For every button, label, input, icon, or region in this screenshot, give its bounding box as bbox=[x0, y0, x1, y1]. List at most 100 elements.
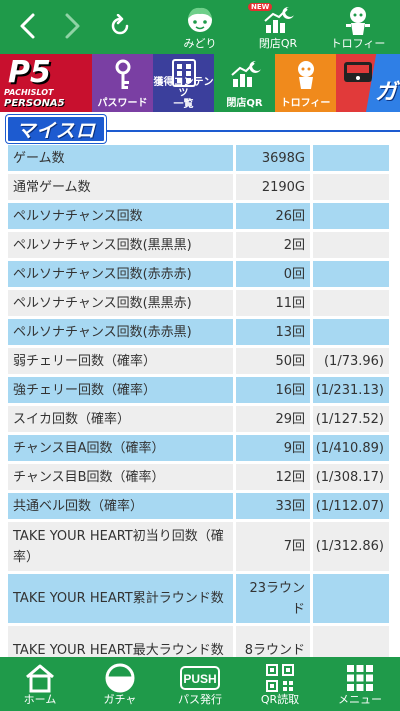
grid-menu-icon bbox=[347, 665, 373, 691]
trophy-character-icon bbox=[297, 61, 314, 89]
stats-row: ペルソナチャンス回数(赤赤赤) 0回 bbox=[8, 261, 392, 287]
push-button-icon: PUSH bbox=[180, 666, 220, 690]
stat-label: ペルソナチャンス回数(黒黒黒) bbox=[8, 232, 233, 258]
stat-value: 29回 bbox=[236, 406, 310, 432]
menu-label: メニュー bbox=[338, 693, 382, 706]
stat-label: TAKE YOUR HEART初当り回数（確率） bbox=[8, 522, 233, 571]
trophy-character-icon bbox=[346, 7, 370, 35]
trophy-tile[interactable]: トロフィー bbox=[275, 54, 336, 112]
stat-rate: (1/410.89) bbox=[313, 435, 389, 461]
stat-label: ペルソナチャンス回数 bbox=[8, 203, 233, 229]
game-logo-title: PERSONA5 bbox=[4, 98, 65, 109]
game-logo-mark: P5 bbox=[8, 55, 51, 90]
stat-rate: (1/112.07) bbox=[313, 493, 389, 519]
closing-qr-tile[interactable]: 閉店QR bbox=[214, 54, 275, 112]
key-icon bbox=[115, 59, 130, 89]
stat-label: スイカ回数（確率） bbox=[8, 406, 233, 432]
stats-row: ペルソナチャンス回数 26回 bbox=[8, 203, 392, 229]
stats-row: TAKE YOUR HEART最大ラウンド数 8ラウンド bbox=[8, 626, 392, 657]
stat-value: 3698G bbox=[236, 145, 310, 171]
stat-rate: (1/308.17) bbox=[313, 464, 389, 490]
reload-icon bbox=[111, 14, 129, 35]
section-divider bbox=[100, 130, 400, 132]
stat-label: 強チェリー回数（確率） bbox=[8, 377, 233, 403]
home-label: ホーム bbox=[23, 693, 57, 706]
persona5-logo-tile[interactable]: P5 PACHISLOT PERSONA5 bbox=[0, 54, 92, 112]
stats-table: ゲーム数 3698G 通常ゲーム数 2190G ペルソナチャンス回数 26回 ペルソナチャン… bbox=[8, 145, 392, 657]
myslo-content: マイスロ ゲーム数 3698G 通常ゲーム数 2190G ペルソナチャンス回数 26回 ペル… bbox=[0, 112, 400, 657]
menu-button[interactable]: メニュー bbox=[325, 659, 395, 709]
chart-moon-icon bbox=[230, 60, 261, 87]
stat-label: TAKE YOUR HEART最大ラウンド数 bbox=[8, 626, 233, 657]
stat-rate: (1/127.52) bbox=[313, 406, 389, 432]
bottom-navigation-bar: ホーム ガチャ PUSH パス発行 QR読取 メニュー bbox=[0, 657, 400, 711]
midori-label: みどり bbox=[183, 37, 217, 50]
stat-value: 9回 bbox=[236, 435, 310, 461]
chevron-right-icon bbox=[65, 13, 80, 39]
stats-row: ゲーム数 3698G bbox=[8, 145, 392, 171]
push-text: PUSH bbox=[183, 672, 216, 686]
stats-row: スイカ回数（確率） 29回 (1/127.52) bbox=[8, 406, 392, 432]
stat-label: 弱チェリー回数（確率） bbox=[8, 348, 233, 374]
stats-row: ペルソナチャンス回数(黒黒黒) 2回 bbox=[8, 232, 392, 258]
pass-issue-button[interactable]: PUSH パス発行 bbox=[165, 659, 235, 709]
stat-value: 50回 bbox=[236, 348, 310, 374]
game-logo-subtitle: PACHISLOT bbox=[4, 88, 54, 97]
stat-label: ペルソナチャンス回数(黒黒赤) bbox=[8, 290, 233, 316]
stat-label: チャンス目A回数（確率） bbox=[8, 435, 233, 461]
stat-rate bbox=[313, 626, 389, 657]
qr-code-icon bbox=[266, 664, 294, 692]
home-icon bbox=[26, 664, 54, 693]
stat-label: ゲーム数 bbox=[8, 145, 233, 171]
stat-value: 2回 bbox=[236, 232, 310, 258]
trophy-top-button[interactable]: トロフィー bbox=[326, 3, 390, 53]
password-tile[interactable]: パスワード bbox=[92, 54, 153, 112]
stats-row: ペルソナチャンス回数(赤赤黒) 13回 bbox=[8, 319, 392, 345]
stats-row: 共通ベル回数（確率） 33回 (1/112.07) bbox=[8, 493, 392, 519]
stat-label: TAKE YOUR HEART累計ラウンド数 bbox=[8, 574, 233, 623]
pass-issue-label: パス発行 bbox=[178, 693, 222, 706]
home-button[interactable]: ホーム bbox=[5, 659, 75, 709]
stat-value: 33回 bbox=[236, 493, 310, 519]
stat-label: ペルソナチャンス回数(赤赤赤) bbox=[8, 261, 233, 287]
stat-label: チャンス目B回数（確率） bbox=[8, 464, 233, 490]
gacha-button[interactable]: ガチャ bbox=[85, 659, 155, 709]
midori-button[interactable]: みどり bbox=[168, 3, 232, 53]
stat-label: 共通ベル回数（確率） bbox=[8, 493, 233, 519]
closing-qr-top-button[interactable]: NEW 閉店QR bbox=[246, 3, 310, 53]
stat-value: 2190G bbox=[236, 174, 310, 200]
acquired-content-tile[interactable]: 獲得コンテンツ 一覧 bbox=[153, 54, 214, 112]
stats-row: チャンス目B回数（確率） 12回 (1/308.17) bbox=[8, 464, 392, 490]
qr-read-label: QR読取 bbox=[260, 693, 300, 706]
acquired-content-label-line2: 一覧 bbox=[173, 99, 194, 110]
stat-rate: (1/231.13) bbox=[313, 377, 389, 403]
forward-button[interactable] bbox=[54, 8, 90, 44]
content-menu-row: P5 PACHISLOT PERSONA5 パスワード 獲得コンテンツ 一覧 閉… bbox=[0, 54, 400, 112]
stat-rate bbox=[313, 319, 389, 345]
back-button[interactable] bbox=[10, 8, 46, 44]
stats-row: 弱チェリー回数（確率） 50回 (1/73.96) bbox=[8, 348, 392, 374]
stats-row: TAKE YOUR HEART累計ラウンド数 23ラウンド bbox=[8, 574, 392, 623]
stat-value: 0回 bbox=[236, 261, 310, 287]
gacha-machine-icon bbox=[344, 62, 372, 82]
stat-rate bbox=[313, 174, 389, 200]
stats-row: 通常ゲーム数 2190G bbox=[8, 174, 392, 200]
stat-label: ペルソナチャンス回数(赤赤黒) bbox=[8, 319, 233, 345]
reload-button[interactable] bbox=[102, 8, 138, 44]
stat-rate bbox=[313, 145, 389, 171]
acquired-content-label-line1: 獲得コンテンツ bbox=[153, 77, 214, 99]
stat-value: 11回 bbox=[236, 290, 310, 316]
stats-row: チャンス目A回数（確率） 9回 (1/410.89) bbox=[8, 435, 392, 461]
stat-value: 26回 bbox=[236, 203, 310, 229]
character-avatar-icon bbox=[188, 7, 212, 32]
stat-value: 7回 bbox=[236, 522, 310, 571]
trophy-label: トロフィー bbox=[280, 98, 331, 109]
stats-row: TAKE YOUR HEART初当り回数（確率） 7回 (1/312.86) bbox=[8, 522, 392, 571]
stat-value: 16回 bbox=[236, 377, 310, 403]
password-label: パスワード bbox=[97, 98, 148, 109]
closing-qr-label: 閉店QR bbox=[226, 98, 263, 109]
stat-rate bbox=[313, 232, 389, 258]
stat-rate bbox=[313, 261, 389, 287]
stat-label: 通常ゲーム数 bbox=[8, 174, 233, 200]
qr-read-button[interactable]: QR読取 bbox=[245, 659, 315, 709]
